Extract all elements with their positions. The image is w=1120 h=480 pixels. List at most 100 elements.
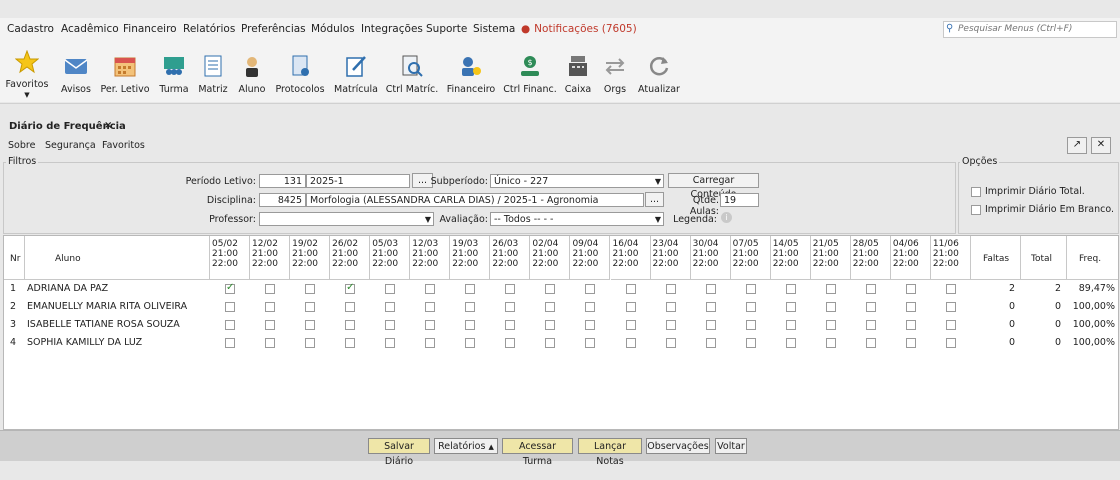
menu-academico[interactable]: Acadêmico xyxy=(61,23,119,35)
attendance-checkbox[interactable] xyxy=(385,284,396,294)
attendance-checkbox[interactable] xyxy=(905,338,916,348)
attendance-checkbox[interactable] xyxy=(265,284,276,294)
submenu-seguranca[interactable]: Segurança xyxy=(45,140,96,151)
attendance-checkbox[interactable] xyxy=(425,302,436,312)
attendance-checkbox[interactable] xyxy=(465,338,476,348)
attendance-checkbox[interactable] xyxy=(705,284,716,294)
attendance-checkbox[interactable] xyxy=(585,338,596,348)
menu-financeiro[interactable]: Financeiro xyxy=(123,23,177,35)
avisos-button[interactable]: Avisos xyxy=(58,40,94,100)
attendance-checkbox[interactable] xyxy=(545,320,556,330)
caixa-button[interactable]: Caixa xyxy=(562,40,594,100)
tab-close-icon[interactable]: × xyxy=(104,120,112,131)
close-window-icon[interactable]: ✕ xyxy=(1091,137,1111,154)
menu-relatorios[interactable]: Relatórios xyxy=(183,23,235,35)
submenu-sobre[interactable]: Sobre xyxy=(8,140,35,151)
disciplina-value-field[interactable]: Morfologia (ALESSANDRA CARLA DIAS) / 202… xyxy=(306,193,644,207)
attendance-checkbox[interactable] xyxy=(625,320,636,330)
attendance-checkbox[interactable] xyxy=(905,284,916,294)
attendance-checkbox[interactable] xyxy=(905,320,916,330)
attendance-checkbox[interactable] xyxy=(905,302,916,312)
attendance-checkbox[interactable] xyxy=(345,320,356,330)
orgs-button[interactable]: Orgs xyxy=(599,40,631,100)
attendance-checkbox[interactable] xyxy=(425,338,436,348)
attendance-checkbox[interactable] xyxy=(785,320,796,330)
attendance-checkbox[interactable] xyxy=(825,302,836,312)
attendance-checkbox[interactable] xyxy=(385,338,396,348)
attendance-checkbox[interactable] xyxy=(465,320,476,330)
carregar-conteudo-button[interactable]: Carregar Conteúdo xyxy=(668,173,759,200)
attendance-checkbox[interactable] xyxy=(505,320,516,330)
atualizar-button[interactable]: Atualizar xyxy=(636,40,682,100)
attendance-checkbox[interactable] xyxy=(745,284,756,294)
attendance-checkbox[interactable] xyxy=(425,320,436,330)
menu-integracoes[interactable]: Integrações xyxy=(361,23,423,35)
attendance-checkbox[interactable] xyxy=(265,338,276,348)
menu-suporte[interactable]: Suporte xyxy=(426,23,467,35)
attendance-checkbox[interactable] xyxy=(745,302,756,312)
attendance-checkbox[interactable] xyxy=(305,302,316,312)
attendance-checkbox[interactable] xyxy=(865,284,876,294)
menu-cadastro[interactable]: Cadastro xyxy=(7,23,54,35)
matriz-button[interactable]: Matriz xyxy=(196,40,230,100)
attendance-checkbox[interactable] xyxy=(785,302,796,312)
professor-select[interactable]: ▼ xyxy=(259,212,434,226)
attendance-checkbox[interactable] xyxy=(425,284,436,294)
attendance-checkbox[interactable] xyxy=(465,302,476,312)
table-row[interactable]: 2 EMANUELLY MARIA RITA OLIVEIRA 0 0 100,00% xyxy=(4,298,1118,316)
attendance-checkbox[interactable] xyxy=(505,338,516,348)
attendance-checkbox[interactable] xyxy=(945,338,956,348)
ctrl-financ-button[interactable]: $ Ctrl Financ. xyxy=(503,40,557,100)
attendance-checkbox[interactable] xyxy=(785,338,796,348)
voltar-button[interactable]: Voltar xyxy=(715,438,747,454)
attendance-checkbox[interactable] xyxy=(825,338,836,348)
attendance-checkbox[interactable] xyxy=(385,302,396,312)
table-row[interactable]: 1 ADRIANA DA PAZ 2 2 89,47% xyxy=(4,280,1118,298)
attendance-checkbox[interactable] xyxy=(225,282,235,294)
search-input[interactable] xyxy=(958,22,1112,35)
info-icon[interactable]: i xyxy=(721,212,732,223)
subperiodo-select[interactable]: Único - 227 ▼ xyxy=(490,174,664,188)
disciplina-code-field[interactable]: 8425 xyxy=(259,193,306,207)
attendance-checkbox[interactable] xyxy=(465,284,476,294)
attendance-checkbox[interactable] xyxy=(705,338,716,348)
aluno-button[interactable]: Aluno xyxy=(235,40,269,100)
financeiro-button[interactable]: Financeiro xyxy=(446,40,496,100)
per-letivo-button[interactable]: Per. Letivo xyxy=(99,40,151,100)
attendance-checkbox[interactable] xyxy=(305,284,316,294)
attendance-checkbox[interactable] xyxy=(585,284,596,294)
attendance-checkbox[interactable] xyxy=(745,320,756,330)
attendance-checkbox[interactable] xyxy=(225,338,235,348)
attendance-checkbox[interactable] xyxy=(345,338,356,348)
attendance-checkbox[interactable] xyxy=(545,338,556,348)
attendance-checkbox[interactable] xyxy=(225,302,235,312)
attendance-checkbox[interactable] xyxy=(505,302,516,312)
table-row[interactable]: 4 SOPHIA KAMILLY DA LUZ 0 0 100,00% xyxy=(4,334,1118,352)
attendance-checkbox[interactable] xyxy=(705,302,716,312)
avaliacao-select[interactable]: -- Todos -- - - ▼ xyxy=(490,212,664,226)
attendance-checkbox[interactable] xyxy=(945,302,956,312)
attendance-checkbox[interactable] xyxy=(865,338,876,348)
lancar-notas-button[interactable]: Lançar Notas xyxy=(578,438,642,467)
attendance-checkbox[interactable] xyxy=(345,302,356,312)
favoritos-button[interactable]: Favoritos ▼ xyxy=(4,40,50,100)
attendance-checkbox[interactable] xyxy=(625,284,636,294)
attendance-checkbox[interactable] xyxy=(265,320,276,330)
ctrl-matric-button[interactable]: Ctrl Matríc. xyxy=(384,40,440,100)
attendance-checkbox[interactable] xyxy=(665,284,676,294)
relatorios-button[interactable]: Relatórios ▲ xyxy=(434,438,498,454)
attendance-checkbox[interactable] xyxy=(385,320,396,330)
attendance-checkbox[interactable] xyxy=(265,302,276,312)
attendance-checkbox[interactable] xyxy=(865,302,876,312)
table-row[interactable]: 3 ISABELLE TATIANE ROSA SOUZA 0 0 100,00% xyxy=(4,316,1118,334)
attendance-checkbox[interactable] xyxy=(505,284,516,294)
attendance-checkbox[interactable] xyxy=(945,284,956,294)
attendance-checkbox[interactable] xyxy=(825,284,836,294)
attendance-checkbox[interactable] xyxy=(705,320,716,330)
attendance-checkbox[interactable] xyxy=(305,320,316,330)
menu-preferencias[interactable]: Preferências xyxy=(241,23,306,35)
attendance-checkbox[interactable] xyxy=(665,302,676,312)
periodo-code-field[interactable]: 131 xyxy=(259,174,306,188)
qtde-aulas-field[interactable]: 19 xyxy=(720,193,759,207)
attendance-checkbox[interactable] xyxy=(225,320,235,330)
